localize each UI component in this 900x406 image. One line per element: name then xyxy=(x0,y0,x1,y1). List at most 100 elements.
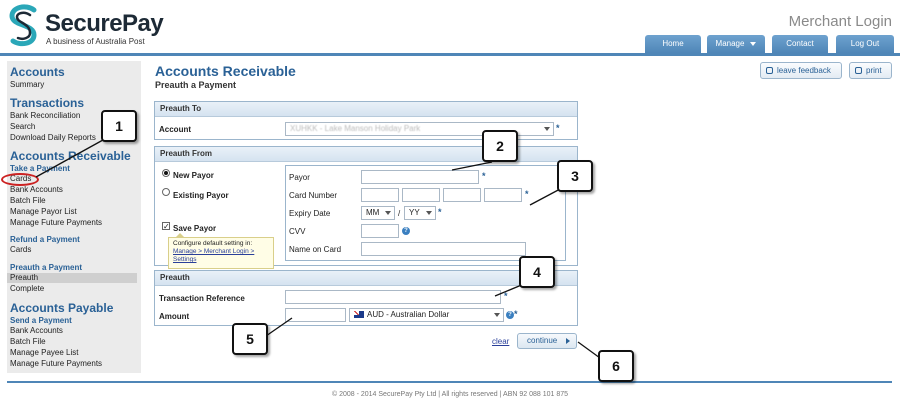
required-star: * xyxy=(482,171,486,181)
nav-home[interactable]: Home xyxy=(645,35,701,53)
name-on-card-input[interactable] xyxy=(361,242,526,256)
required-star: * xyxy=(438,207,442,217)
sidebar-item-complete[interactable]: Complete xyxy=(10,284,44,293)
required-star: * xyxy=(514,309,518,319)
chevron-down-icon xyxy=(494,313,500,317)
existing-payor-label: Existing Payor xyxy=(173,191,229,200)
tooltip-settings-link[interactable]: Manage > Merchant Login > Settings xyxy=(173,248,269,264)
nav-home-label: Home xyxy=(662,39,684,48)
print-button[interactable]: print xyxy=(849,62,892,79)
sidebar-item-manage-payor-list[interactable]: Manage Payor List xyxy=(10,207,77,216)
expiry-date-label: Expiry Date xyxy=(289,209,331,218)
chevron-right-icon xyxy=(566,338,570,344)
chevron-down-icon xyxy=(750,41,757,46)
help-icon[interactable]: ? xyxy=(506,311,514,319)
help-icon[interactable]: ? xyxy=(402,227,410,235)
sidebar: Accounts Summary Transactions Bank Recon… xyxy=(7,61,141,373)
sidebar-item-bank-accounts[interactable]: Bank Accounts xyxy=(10,185,63,194)
sidebar-subheading-refund[interactable]: Refund a Payment xyxy=(10,235,80,244)
new-payor-label: New Payor xyxy=(173,171,214,180)
new-payor-radio[interactable] xyxy=(162,169,170,177)
sidebar-item-download-daily-reports[interactable]: Download Daily Reports xyxy=(10,133,96,142)
page-label: Merchant Login xyxy=(788,13,892,30)
callout-3: 3 xyxy=(557,160,593,192)
nav-logout[interactable]: Log Out xyxy=(836,35,894,53)
sidebar-heading-accounts[interactable]: Accounts xyxy=(10,65,65,79)
sidebar-item-batch-file[interactable]: Batch File xyxy=(10,196,46,205)
nav-contact[interactable]: Contact xyxy=(772,35,828,53)
card-details-box: Payor * Card Number * Expiry Date MM / Y… xyxy=(285,165,566,261)
sidebar-item-preauth[interactable]: Preauth xyxy=(10,273,38,282)
transaction-reference-input[interactable] xyxy=(285,290,501,304)
sidebar-item-payable-bank-accounts[interactable]: Bank Accounts xyxy=(10,326,63,335)
transaction-reference-label: Transaction Reference xyxy=(159,294,245,303)
sidebar-item-refund-cards[interactable]: Cards xyxy=(10,245,31,254)
sidebar-heading-payable[interactable]: Accounts Payable xyxy=(10,301,113,315)
card-number-label: Card Number xyxy=(289,191,338,200)
footer-text: © 2008 - 2014 SecurePay Pty Ltd | All ri… xyxy=(331,391,569,398)
securepay-logo[interactable]: SecurePay A business of Australia Post xyxy=(8,4,168,50)
page-subtitle: Preauth a Payment xyxy=(155,80,237,90)
save-payor-checkbox[interactable]: ✓ xyxy=(162,222,170,231)
account-label: Account xyxy=(159,125,191,134)
expiry-year-select[interactable]: YY xyxy=(404,206,436,220)
clear-link[interactable]: clear xyxy=(492,337,509,346)
expiry-month-value: MM xyxy=(366,208,380,217)
required-star: * xyxy=(525,189,529,199)
sidebar-heading-transactions[interactable]: Transactions xyxy=(10,96,84,110)
sidebar-subheading-take-payment[interactable]: Take a Payment xyxy=(10,164,70,173)
currency-value: AUD - Australian Dollar xyxy=(367,310,450,319)
preauth-heading: Preauth xyxy=(155,271,577,286)
currency-select[interactable]: AUD - Australian Dollar xyxy=(349,308,504,322)
expiry-separator: / xyxy=(398,209,401,218)
preauth-to-heading: Preauth To xyxy=(155,102,577,117)
leave-feedback-label: leave feedback xyxy=(777,66,831,75)
sidebar-item-bank-reconciliation[interactable]: Bank Reconciliation xyxy=(10,111,80,120)
sidebar-item-summary[interactable]: Summary xyxy=(10,80,44,89)
cvv-label: CVV xyxy=(289,227,306,236)
name-on-card-label: Name on Card xyxy=(289,245,342,254)
nav-manage-label: Manage xyxy=(715,39,745,48)
logo-name: SecurePay xyxy=(45,10,164,37)
payor-label: Payor xyxy=(289,173,310,182)
card-number-input-2[interactable] xyxy=(402,188,440,202)
card-number-input-1[interactable] xyxy=(361,188,399,202)
chevron-down-icon xyxy=(544,127,550,131)
payor-input[interactable] xyxy=(361,170,479,184)
existing-payor-radio[interactable] xyxy=(162,188,170,196)
amount-label: Amount xyxy=(159,312,190,321)
preauth-section: Preauth Transaction Reference * Amount A… xyxy=(154,270,578,326)
nav-logout-label: Log Out xyxy=(850,39,880,48)
print-label: print xyxy=(866,66,882,75)
cvv-input[interactable] xyxy=(361,224,399,238)
sidebar-item-payable-future-payments[interactable]: Manage Future Payments xyxy=(10,359,102,368)
feedback-icon xyxy=(766,67,773,74)
card-number-input-4[interactable] xyxy=(484,188,522,202)
footer-divider xyxy=(7,381,892,383)
nav-manage[interactable]: Manage xyxy=(707,35,765,53)
nav-contact-label: Contact xyxy=(786,39,814,48)
chevron-down-icon xyxy=(426,211,432,215)
securepay-s-icon xyxy=(9,4,37,47)
sidebar-item-payable-batch-file[interactable]: Batch File xyxy=(10,337,46,346)
card-number-input-3[interactable] xyxy=(443,188,481,202)
printer-icon xyxy=(855,67,862,74)
leave-feedback-button[interactable]: leave feedback xyxy=(760,62,842,79)
amount-input[interactable] xyxy=(285,308,346,322)
save-payor-tooltip: Configure default setting in: Manage > M… xyxy=(168,233,274,269)
page: SecurePay A business of Australia Post M… xyxy=(0,0,900,406)
callout-1: 1 xyxy=(101,110,137,142)
sidebar-item-search[interactable]: Search xyxy=(10,122,35,131)
continue-button[interactable]: continue xyxy=(517,333,577,349)
callout-6: 6 xyxy=(598,350,634,382)
expiry-month-select[interactable]: MM xyxy=(361,206,395,220)
save-payor-label: Save Payor xyxy=(173,224,217,233)
sidebar-subheading-preauth[interactable]: Preauth a Payment xyxy=(10,263,82,272)
sidebar-item-manage-future-payments[interactable]: Manage Future Payments xyxy=(10,218,102,227)
sidebar-item-manage-payee-list[interactable]: Manage Payee List xyxy=(10,348,79,357)
header-divider xyxy=(0,53,900,56)
required-star: * xyxy=(556,123,560,133)
page-title: Accounts Receivable xyxy=(155,63,296,79)
sidebar-heading-receivable[interactable]: Accounts Receivable xyxy=(10,149,131,163)
sidebar-subheading-send-payment[interactable]: Send a Payment xyxy=(10,316,72,325)
